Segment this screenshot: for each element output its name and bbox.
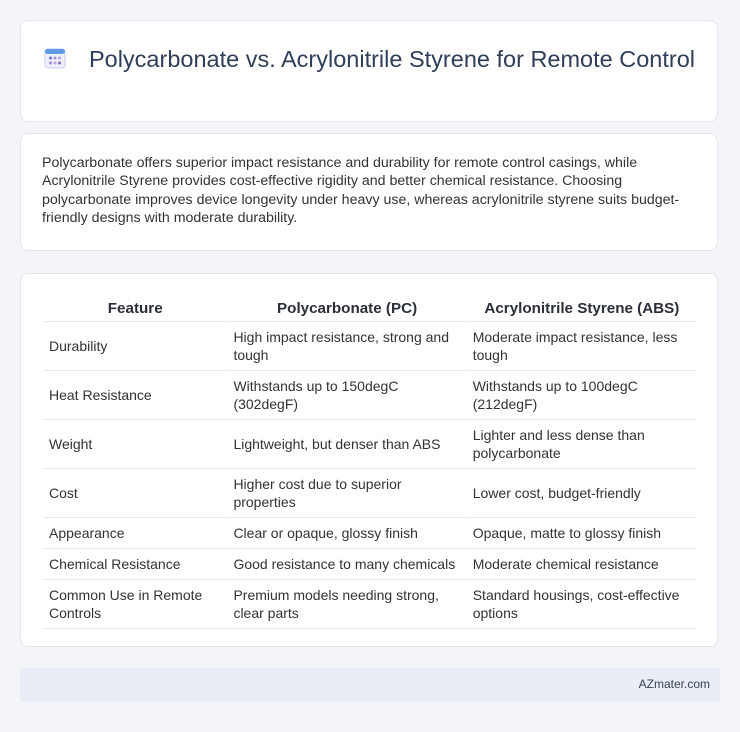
intro-card: Polycarbonate offers superior impact res… xyxy=(20,133,718,251)
calendar-icon xyxy=(44,48,66,69)
table-row: Cost Higher cost due to superior propert… xyxy=(44,469,696,518)
abs-cell: Opaque, matte to glossy finish xyxy=(467,518,696,549)
pc-cell: Higher cost due to superior properties xyxy=(228,469,466,518)
abs-cell: Standard housings, cost-effective option… xyxy=(467,580,696,629)
feature-cell: Weight xyxy=(44,420,227,469)
table-row: Heat Resistance Withstands up to 150degC… xyxy=(44,371,696,420)
pc-cell: Withstands up to 150degC (302degF) xyxy=(228,371,466,420)
comparison-table: Feature Polycarbonate (PC) Acrylonitrile… xyxy=(42,295,698,629)
table-row: Appearance Clear or opaque, glossy finis… xyxy=(44,518,696,549)
table-row: Chemical Resistance Good resistance to m… xyxy=(44,549,696,580)
feature-cell: Heat Resistance xyxy=(44,371,227,420)
feature-cell: Durability xyxy=(44,322,227,371)
pc-cell: High impact resistance, strong and tough xyxy=(228,322,466,371)
header-polycarbonate: Polycarbonate (PC) xyxy=(228,295,466,322)
table-row: Common Use in Remote Controls Premium mo… xyxy=(44,580,696,629)
table-row: Durability High impact resistance, stron… xyxy=(44,322,696,371)
intro-paragraph: Polycarbonate offers superior impact res… xyxy=(42,155,680,227)
table-row: Weight Lightweight, but denser than ABS … xyxy=(44,420,696,469)
page-title-wrap: Polycarbonate vs. Acrylonitrile Styrene … xyxy=(21,45,717,73)
pc-cell: Good resistance to many chemicals xyxy=(228,549,466,580)
footer-bar: AZmater.com xyxy=(20,668,720,702)
comparison-card: Feature Polycarbonate (PC) Acrylonitrile… xyxy=(20,273,718,647)
footer-brand: AZmater.com xyxy=(638,677,710,691)
feature-cell: Cost xyxy=(44,469,227,518)
abs-cell: Moderate impact resistance, less tough xyxy=(467,322,696,371)
header-feature: Feature xyxy=(44,295,227,322)
abs-cell: Withstands up to 100degC (212degF) xyxy=(467,371,696,420)
table-header-row: Feature Polycarbonate (PC) Acrylonitrile… xyxy=(44,295,696,322)
feature-cell: Appearance xyxy=(44,518,227,549)
abs-cell: Moderate chemical resistance xyxy=(467,549,696,580)
pc-cell: Clear or opaque, glossy finish xyxy=(228,518,466,549)
feature-cell: Chemical Resistance xyxy=(44,549,227,580)
pc-cell: Premium models needing strong, clear par… xyxy=(228,580,466,629)
abs-cell: Lighter and less dense than polycarbonat… xyxy=(467,420,696,469)
title-card: Polycarbonate vs. Acrylonitrile Styrene … xyxy=(20,20,718,122)
abs-cell: Lower cost, budget-friendly xyxy=(467,469,696,518)
feature-cell: Common Use in Remote Controls xyxy=(44,580,227,629)
pc-cell: Lightweight, but denser than ABS xyxy=(228,420,466,469)
header-abs: Acrylonitrile Styrene (ABS) xyxy=(467,295,696,322)
page-title: Polycarbonate vs. Acrylonitrile Styrene … xyxy=(88,46,696,72)
